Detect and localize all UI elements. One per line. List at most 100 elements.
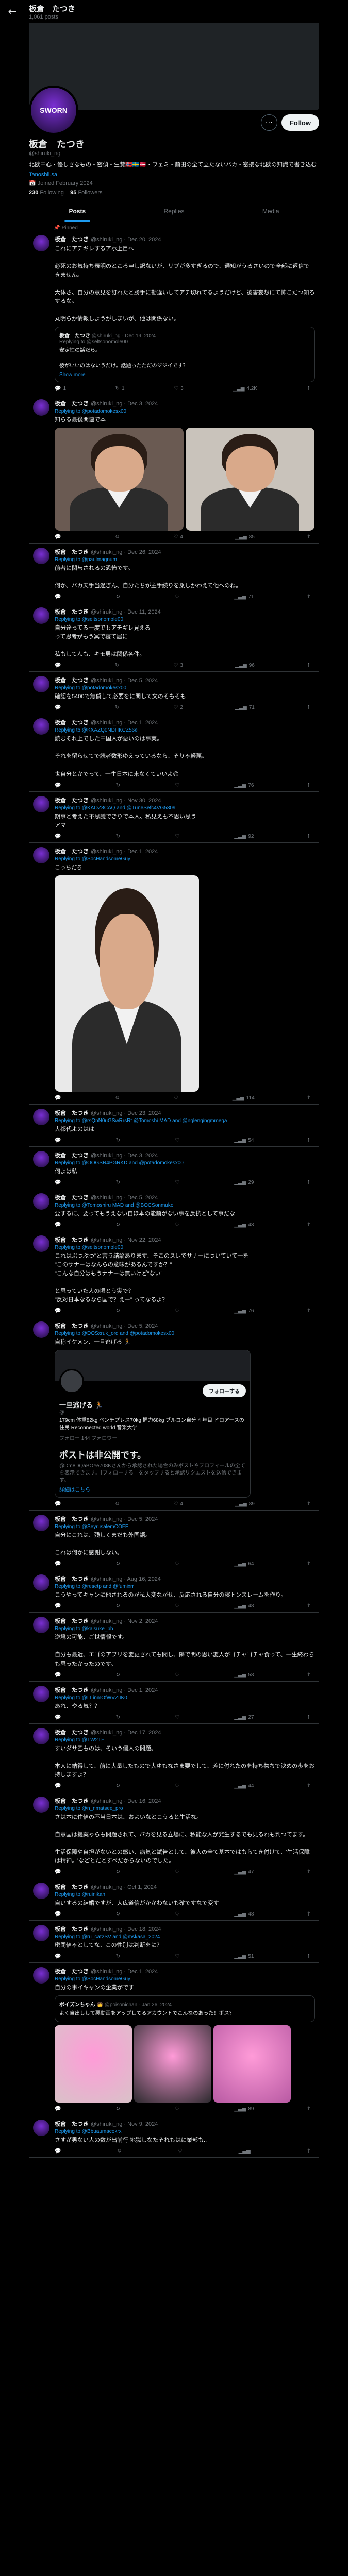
reply-action[interactable]: 💬	[55, 534, 63, 540]
tweet[interactable]: 板倉 たつき @shiruki_ng · Dec 1, 2024 Replying …	[29, 1682, 319, 1724]
share-icon[interactable]: ↑	[307, 1911, 311, 1917]
reply-action[interactable]: 💬	[55, 1561, 63, 1567]
views-action[interactable]: ▁▃▅ 51	[234, 1954, 254, 1959]
views-action[interactable]: ▁▃▅ 71	[235, 705, 255, 710]
photo[interactable]	[55, 875, 199, 1092]
like-action[interactable]: ♡	[175, 594, 181, 600]
avatar[interactable]	[33, 234, 49, 251]
reply-action[interactable]: 💬	[55, 1783, 63, 1789]
share-icon[interactable]: ↑	[307, 1783, 311, 1789]
author-name[interactable]: 板倉 たつき	[55, 1730, 89, 1736]
views-action[interactable]: ▁▃▅ 89	[235, 1501, 255, 1507]
avatar[interactable]	[33, 846, 49, 863]
photo[interactable]	[55, 427, 184, 531]
arrow-left-icon[interactable]: ←	[6, 5, 19, 18]
reply-to[interactable]: Replying to @resetp and @fumixrr	[55, 1584, 134, 1589]
share-icon[interactable]: ↑	[307, 783, 311, 788]
avatar[interactable]	[33, 2120, 49, 2137]
like-action[interactable]: ♡	[175, 1715, 181, 1720]
views-action[interactable]: ▁▃▅ 114	[233, 1095, 255, 1101]
reply-to[interactable]: Replying to @potadomokesx00	[55, 409, 126, 414]
tweet[interactable]: 板倉 たつき @shiruki_ng · Nov 9, 2024 Replying …	[29, 2115, 319, 2158]
share-icon[interactable]: ↑	[307, 1869, 311, 1875]
rt-action[interactable]: ↻	[116, 2106, 122, 2112]
reply-action[interactable]: 💬	[55, 783, 63, 788]
reply-to[interactable]: Replying to @paulmagnum	[55, 557, 117, 563]
share-icon[interactable]: ↑	[307, 2106, 311, 2112]
tweet[interactable]: 板倉 たつき @shiruki_ng · Dec 11, 2024 Replying…	[29, 603, 319, 672]
like-action[interactable]: ♡	[175, 1672, 181, 1678]
rt-action[interactable]: ↻	[116, 1222, 122, 1228]
views-action[interactable]: ▁▃▅ 85	[235, 534, 255, 540]
reply-action[interactable]: 💬	[55, 1603, 63, 1609]
like-action[interactable]: ♡	[174, 1095, 180, 1101]
reply-to[interactable]: Replying to @LLinmOfWVZIIK0	[55, 1695, 127, 1701]
author-name[interactable]: 板倉 たつき	[55, 1110, 89, 1116]
blurred-image[interactable]	[55, 2025, 132, 2103]
author-name[interactable]: 板倉 たつき	[55, 2121, 89, 2127]
tweet[interactable]: 板倉 たつき @shiruki_ng · Dec 23, 2024 Replying…	[29, 1105, 319, 1147]
author-name[interactable]: 板倉 たつき	[55, 1576, 89, 1582]
views-action[interactable]: ▁▃▅ 4.2K	[233, 386, 257, 392]
reply-to[interactable]: Replying to @n_nmatsee_pro	[55, 1806, 123, 1811]
rt-action[interactable]: ↻	[115, 1095, 121, 1101]
avatar[interactable]	[33, 1967, 49, 1984]
rt-action[interactable]: ↻	[116, 1869, 122, 1875]
reply-to[interactable]: Replying to @KAOZ8CAQ and @TuneSefc4VG53…	[55, 805, 176, 811]
author-name[interactable]: 板倉 たつき	[55, 1969, 89, 1975]
like-action[interactable]: ♡ 4	[173, 534, 183, 540]
like-action[interactable]: ♡	[175, 1308, 181, 1314]
views-action[interactable]: ▁▃▅ 96	[235, 663, 255, 668]
profile-card[interactable]: フォローする 一旦逃げる 🏃 @179cm 体重82kg ベンチプレス70kg 握力…	[55, 1350, 251, 1498]
tweet[interactable]: 板倉 たつき @shiruki_ng · Nov 30, 2024 Replying…	[29, 792, 319, 843]
share-icon[interactable]: ↑	[307, 1603, 311, 1609]
tweet[interactable]: 板倉 たつき @shiruki_ng · Dec 26, 2024 Replying…	[29, 544, 319, 604]
reply-action[interactable]: 💬	[55, 834, 63, 839]
reply-to[interactable]: Replying to @TW2TF	[55, 1737, 104, 1743]
reply-to[interactable]: Replying to @Tomoshiru MAD and @BOCSonmu…	[55, 1202, 173, 1208]
avatar[interactable]: SWORN	[29, 86, 78, 135]
avatar[interactable]	[33, 1108, 49, 1125]
views-action[interactable]: ▁▃▅ 76	[234, 783, 254, 788]
reply-to[interactable]: Replying to @DOSxruk_ord and @potadomoke…	[55, 1331, 174, 1336]
author-name[interactable]: 板倉 たつき	[55, 1195, 89, 1201]
tweet[interactable]: 板倉 たつき @shiruki_ng · Dec 5, 2024 Replying …	[29, 1511, 319, 1571]
show-more-link[interactable]: Show more	[59, 372, 310, 378]
reply-action[interactable]: 💬	[55, 1869, 63, 1875]
share-icon[interactable]: ↑	[307, 1222, 311, 1228]
share-icon[interactable]: ↑	[307, 594, 311, 600]
blurred-image[interactable]	[213, 2025, 291, 2103]
avatar[interactable]	[33, 676, 49, 693]
like-action[interactable]: ♡	[175, 1138, 181, 1143]
rt-action[interactable]: ↻	[115, 705, 121, 710]
like-action[interactable]: ♡	[175, 1869, 181, 1875]
tab-replies[interactable]: Replies	[126, 201, 223, 222]
author-name[interactable]: 板倉 たつき	[55, 401, 89, 407]
avatar[interactable]	[33, 1617, 49, 1634]
rt-action[interactable]: ↻	[116, 783, 122, 788]
like-action[interactable]: ♡	[175, 1954, 181, 1959]
tweet[interactable]: 板倉 たつき @shiruki_ng · Dec 20, 2024 これにアチギレす…	[29, 231, 319, 395]
share-icon[interactable]: ↑	[307, 1501, 311, 1507]
author-name[interactable]: 板倉 たつき	[55, 1618, 89, 1624]
share-icon[interactable]: ↑	[307, 1954, 311, 1959]
rt-action[interactable]: ↻	[116, 1603, 122, 1609]
tweet[interactable]: 板倉 たつき @shiruki_ng · Dec 5, 2024 Replying …	[29, 1317, 319, 1511]
reply-to[interactable]: Replying to @potadomokesx00	[55, 685, 126, 691]
views-action[interactable]: ▁▃▅ 27	[234, 1715, 254, 1720]
rt-action[interactable]: ↻	[116, 594, 122, 600]
avatar[interactable]	[33, 607, 49, 624]
avatar[interactable]	[33, 399, 49, 416]
share-icon[interactable]: ↑	[307, 1715, 311, 1720]
profile-link[interactable]: Tanoshii.sa	[29, 172, 319, 178]
views-action[interactable]: ▁▃▅ 47	[234, 1869, 254, 1875]
share-icon[interactable]: ↑	[307, 663, 311, 668]
views-action[interactable]: ▁▃▅ 71	[234, 594, 254, 600]
tweet[interactable]: 板倉 たつき @shiruki_ng · Dec 3, 2024 Replying …	[29, 395, 319, 544]
tweet[interactable]: 板倉 たつき @shiruki_ng · Dec 1, 2024 Replying …	[29, 1963, 319, 2116]
reply-to[interactable]: Replying to @seltsonomole00	[55, 1245, 123, 1250]
views-action[interactable]: ▁▃▅ 92	[234, 834, 254, 839]
share-icon[interactable]: ↑	[307, 386, 311, 392]
reply-action[interactable]: 💬	[55, 705, 63, 710]
reply-action[interactable]: 💬	[55, 1715, 63, 1720]
